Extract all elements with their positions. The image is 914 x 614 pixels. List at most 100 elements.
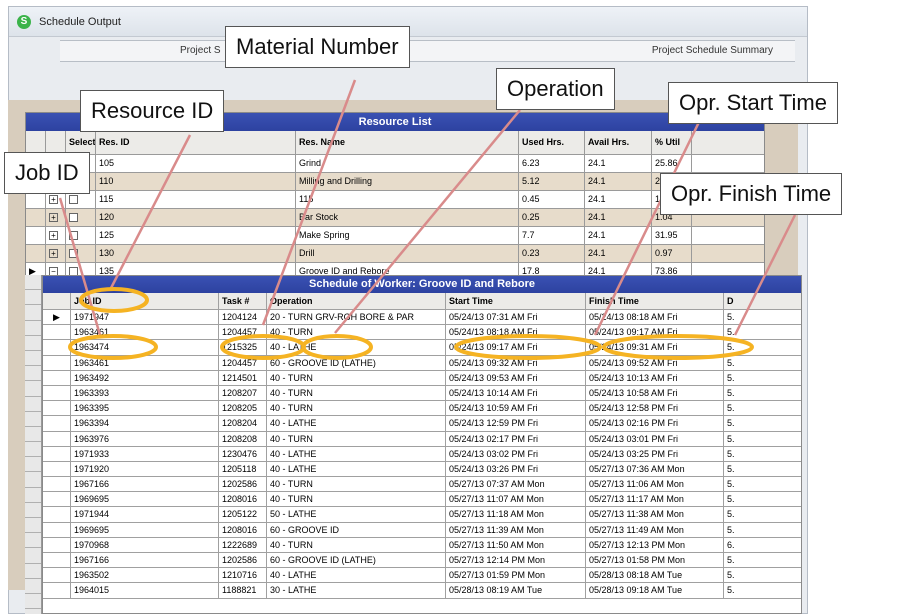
table-row[interactable]: 1963394 1208204 40 - LATHE 05/24/13 12:59 P… — [43, 416, 801, 432]
used-hrs-cell: 0.23 — [519, 245, 585, 262]
schedule-rows: ▶ 1971947 1204124 20 - TURN GRV-RGH BORE & … — [43, 310, 801, 599]
col-res-name[interactable]: Res. Name — [296, 131, 519, 154]
table-row[interactable]: 1967166 1202586 60 - GROOVE ID (LATHE) 05/2… — [43, 553, 801, 569]
gutter-cell — [25, 457, 41, 473]
table-row[interactable]: 1969695 1208016 40 - TURN 05/27/13 11:07 AM… — [43, 492, 801, 508]
gutter-cell — [25, 472, 41, 488]
expand-toggle-icon[interactable]: + — [49, 231, 58, 240]
d-cell: 5. — [727, 585, 735, 596]
resource-row[interactable]: +110Milling and Drilling5.1224.121.23 — [26, 173, 764, 191]
filler-cell — [692, 155, 764, 172]
table-row[interactable]: 1971920 1205118 40 - LATHE 05/24/13 03:26 P… — [43, 461, 801, 478]
col-avail-hrs[interactable]: Avail Hrs. — [585, 131, 652, 154]
finish-time-cell: 05/28/13 09:18 AM Tue — [586, 583, 724, 598]
callout-job-id: Job ID — [4, 152, 90, 194]
task-cell: 1230476 — [219, 446, 267, 461]
finish-time-cell: 05/27/13 07:36 AM Mon — [586, 461, 724, 477]
row-indicator — [43, 492, 71, 507]
app-icon: S — [17, 14, 31, 29]
table-row[interactable]: 1969695 1208016 60 - GROOVE ID 05/27/13 11:… — [43, 522, 801, 538]
resource-row[interactable]: +120 Bar Stock 0.25 24.1 1.04 — [26, 209, 764, 227]
col-select[interactable]: Select — [66, 131, 96, 154]
expand-toggle-icon[interactable]: + — [49, 195, 58, 204]
col-finish-time[interactable]: Finish Time — [586, 293, 724, 309]
table-row[interactable]: 1967166 1202586 40 - TURN 05/27/13 07:37 AM… — [43, 477, 801, 493]
table-row[interactable]: 1963502 1210716 40 - LATHE 05/27/13 01:59 P… — [43, 568, 801, 584]
table-row[interactable]: 1971944 1205122 50 - LATHE 05/27/13 11:18 A… — [43, 507, 801, 523]
finish-time-cell: 05/27/13 11:06 AM Mon — [586, 477, 724, 492]
start-time-cell: 05/24/13 03:26 PM Fri — [446, 461, 586, 477]
table-row[interactable]: 1963474 1215325 40 - LATHE 05/24/13 09:17 A… — [43, 340, 801, 356]
used-hrs-cell: 5.12 — [519, 173, 585, 190]
table-row[interactable]: 1963461 1204457 40 - TURN 05/24/13 08:18 AM… — [43, 325, 801, 341]
expand-toggle-icon[interactable]: + — [49, 213, 58, 222]
callout-opr-start-time: Opr. Start Time — [668, 82, 838, 124]
start-time-cell: 05/24/13 09:32 AM Fri — [446, 355, 586, 370]
gutter-cell — [25, 275, 41, 291]
job-id-cell: 1967166 — [71, 553, 219, 568]
expand-toggle-icon[interactable]: + — [49, 249, 58, 258]
resource-rows: +105Grind6.2324.125.86+110Milling and Dr… — [26, 155, 764, 281]
gutter-cell — [25, 427, 41, 443]
resource-row[interactable]: +125 Make Spring 7.7 24.1 31.95 — [26, 227, 764, 245]
row-indicator — [43, 568, 71, 583]
operation-cell: 60 - GROOVE ID — [267, 522, 446, 537]
gutter-cell — [25, 548, 41, 564]
job-id-cell: 1963395 — [71, 401, 219, 416]
start-time-cell: 05/27/13 01:59 PM Mon — [446, 568, 586, 583]
table-row[interactable]: 1964015 1188821 30 - LATHE 05/28/13 08:19 A… — [43, 583, 801, 599]
job-id-cell: 1963461 — [71, 355, 219, 370]
start-time-cell: 05/28/13 08:19 AM Tue — [446, 583, 586, 598]
filler-cell — [692, 245, 764, 262]
table-row[interactable]: 1963492 1214501 40 - TURN 05/24/13 09:53 AM… — [43, 370, 801, 386]
d-cell: 5. — [727, 463, 735, 474]
col-operation[interactable]: Operation — [267, 293, 446, 309]
table-row[interactable]: 1963976 1208208 40 - TURN 05/24/13 02:17 PM… — [43, 431, 801, 447]
job-id-cell: 1971944 — [71, 507, 219, 522]
res-id-cell: 110 — [96, 173, 296, 190]
start-time-cell: 05/24/13 10:14 AM Fri — [446, 385, 586, 401]
gutter-cell — [25, 290, 41, 306]
util-cell: 31.95 — [652, 227, 692, 244]
col-start-time[interactable]: Start Time — [446, 293, 586, 309]
table-row[interactable]: 1963395 1208205 40 - TURN 05/24/13 10:59 AM… — [43, 401, 801, 417]
select-checkbox[interactable] — [69, 195, 78, 204]
col-d[interactable]: D — [724, 293, 801, 309]
operation-cell: 40 - TURN — [267, 385, 446, 401]
select-cell — [66, 245, 96, 262]
resource-row[interactable]: +1151150.4524.11.87 — [26, 191, 764, 209]
table-row[interactable]: 1971933 1230476 40 - LATHE 05/24/13 03:02 P… — [43, 446, 801, 462]
col-util[interactable]: % Util — [652, 131, 692, 154]
tab-project-schedule[interactable]: Project S — [180, 45, 221, 56]
finish-time-cell: 05/24/13 10:13 AM Fri — [586, 370, 724, 385]
job-id-cell: 1969695 — [71, 492, 219, 507]
table-row[interactable]: ▶ 1971947 1204124 20 - TURN GRV-RGH BORE & … — [43, 310, 801, 326]
select-checkbox[interactable] — [69, 231, 78, 240]
resource-row[interactable]: +130 Drill 0.23 24.1 0.97 — [26, 245, 764, 263]
table-row[interactable]: 1963461 1204457 60 - GROOVE ID (LATHE) 05/2… — [43, 355, 801, 371]
select-checkbox[interactable] — [69, 249, 78, 258]
d-cell: 5. — [727, 494, 735, 505]
col-task[interactable]: Task # — [219, 293, 267, 309]
tab-project-schedule-summary[interactable]: Project Schedule Summary — [652, 45, 773, 56]
col-res-id[interactable]: Res. ID — [96, 131, 296, 154]
task-cell: 1210716 — [219, 568, 267, 583]
table-row[interactable]: 1970968 1222689 40 - TURN 05/27/13 11:50 AM… — [43, 537, 801, 553]
table-row[interactable]: 1963393 1208207 40 - TURN 05/24/13 10:14 AM… — [43, 385, 801, 402]
operation-cell: 60 - GROOVE ID (LATHE) — [267, 355, 446, 370]
start-time-cell: 05/27/13 11:50 AM Mon — [446, 537, 586, 552]
callout-resource-id: Resource ID — [80, 90, 225, 132]
task-cell: 1215325 — [219, 340, 267, 355]
gutter-cell — [25, 336, 41, 351]
res-name-cell: Bar Stock — [296, 209, 519, 226]
row-indicator — [43, 355, 71, 370]
col-used-hrs[interactable]: Used Hrs. — [519, 131, 585, 154]
gutter-cell — [25, 381, 41, 397]
col-job-id[interactable]: Job ID — [71, 293, 219, 309]
operation-cell: 30 - LATHE — [267, 583, 446, 598]
d-cell: 6. — [727, 539, 735, 550]
resource-row[interactable]: +105Grind6.2324.125.86 — [26, 155, 764, 173]
select-checkbox[interactable] — [69, 213, 78, 222]
start-time-cell: 05/24/13 10:59 AM Fri — [446, 401, 586, 416]
row-indicator — [43, 507, 71, 522]
